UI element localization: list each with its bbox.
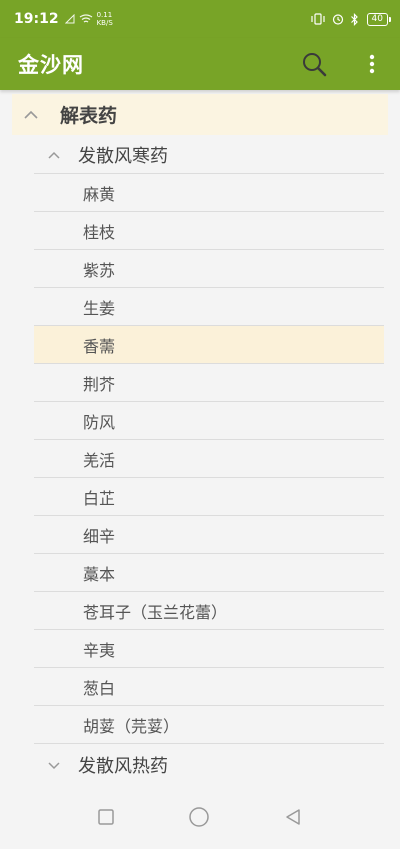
triangle-back-icon xyxy=(286,808,301,825)
app-bar: 金沙网 xyxy=(0,38,400,90)
item-label: 防风 xyxy=(83,412,116,432)
list-item[interactable]: 麻黄 xyxy=(34,174,384,212)
app-title: 金沙网 xyxy=(18,53,84,77)
chevron-up-icon xyxy=(48,151,60,159)
list-item[interactable]: 荆芥 xyxy=(34,364,384,402)
recents-button[interactable] xyxy=(97,808,115,830)
list-item[interactable]: 苍耳子（玉兰花蕾） xyxy=(34,592,384,630)
item-label: 葱白 xyxy=(83,678,116,698)
chevron-down-icon xyxy=(48,762,60,770)
item-label: 苍耳子（玉兰花蕾） xyxy=(83,602,228,622)
item-label: 生姜 xyxy=(83,298,116,318)
item-label: 胡荽（芫荽） xyxy=(83,716,180,736)
item-label: 辛夷 xyxy=(83,640,116,660)
list-item[interactable]: 白芷 xyxy=(34,478,384,516)
status-bar: 19:12 0.11 KB/S 40 xyxy=(0,0,400,38)
circle-icon xyxy=(189,806,209,827)
list-item[interactable]: 生姜 xyxy=(34,288,384,326)
wifi-icon xyxy=(79,14,92,23)
list-item[interactable]: 紫苏 xyxy=(34,250,384,288)
app-actions xyxy=(300,50,386,78)
item-label: 香薷 xyxy=(83,336,116,356)
list-item-selected[interactable]: 香薷 xyxy=(34,326,384,364)
tree-list[interactable]: 解表药 发散风寒药 麻黄 桂枝 紫苏 生姜 香薷 荆芥 防风 羌活 白芷 细辛 … xyxy=(0,90,400,788)
speed-unit: KB/S xyxy=(96,19,113,27)
item-label: 麻黄 xyxy=(83,184,116,204)
item-label: 细辛 xyxy=(83,526,116,546)
list-item[interactable]: 防风 xyxy=(34,402,384,440)
battery-icon: 40 xyxy=(366,12,392,26)
tree-subgroup-fengre[interactable]: 发散风热药 xyxy=(34,746,384,784)
status-right-icons: 40 xyxy=(310,12,392,26)
more-vert-icon xyxy=(369,54,375,74)
alarm-icon xyxy=(332,14,343,25)
speed-value: 0.11 xyxy=(96,11,113,19)
item-label: 紫苏 xyxy=(83,260,116,280)
list-item[interactable]: 桂枝 xyxy=(34,212,384,250)
list-item[interactable]: 藁本 xyxy=(34,554,384,592)
search-button[interactable] xyxy=(300,50,328,78)
item-label: 荆芥 xyxy=(83,374,116,394)
square-icon xyxy=(97,808,114,825)
back-button[interactable] xyxy=(283,807,303,831)
search-icon xyxy=(303,53,327,77)
status-notification-icons xyxy=(64,14,93,24)
tree-group-jiebiaoyao[interactable]: 解表药 xyxy=(12,94,388,135)
subgroup-label: 发散风寒药 xyxy=(78,145,168,167)
item-label: 桂枝 xyxy=(83,222,116,242)
list-item[interactable]: 细辛 xyxy=(34,516,384,554)
list-item[interactable]: 胡荽（芫荽） xyxy=(34,706,384,744)
network-speed: 0.11 KB/S xyxy=(97,11,113,27)
home-button[interactable] xyxy=(188,806,210,832)
vibrate-icon xyxy=(310,13,325,25)
item-label: 羌活 xyxy=(83,450,116,470)
tree-subgroup-fengan[interactable]: 发散风寒药 xyxy=(34,136,384,174)
group-label: 解表药 xyxy=(60,105,118,127)
list-item[interactable]: 辛夷 xyxy=(34,630,384,668)
more-options-button[interactable] xyxy=(358,50,386,78)
subgroup-label: 发散风热药 xyxy=(78,756,168,777)
chevron-up-icon xyxy=(24,110,38,119)
item-label: 藁本 xyxy=(83,564,116,584)
list-item[interactable]: 葱白 xyxy=(34,668,384,706)
list-item[interactable]: 羌活 xyxy=(34,440,384,478)
item-label: 白芷 xyxy=(83,488,116,508)
signal-icon xyxy=(64,14,75,24)
bluetooth-icon xyxy=(350,12,358,26)
status-time: 19:12 xyxy=(14,11,59,27)
system-nav-bar xyxy=(0,788,400,849)
